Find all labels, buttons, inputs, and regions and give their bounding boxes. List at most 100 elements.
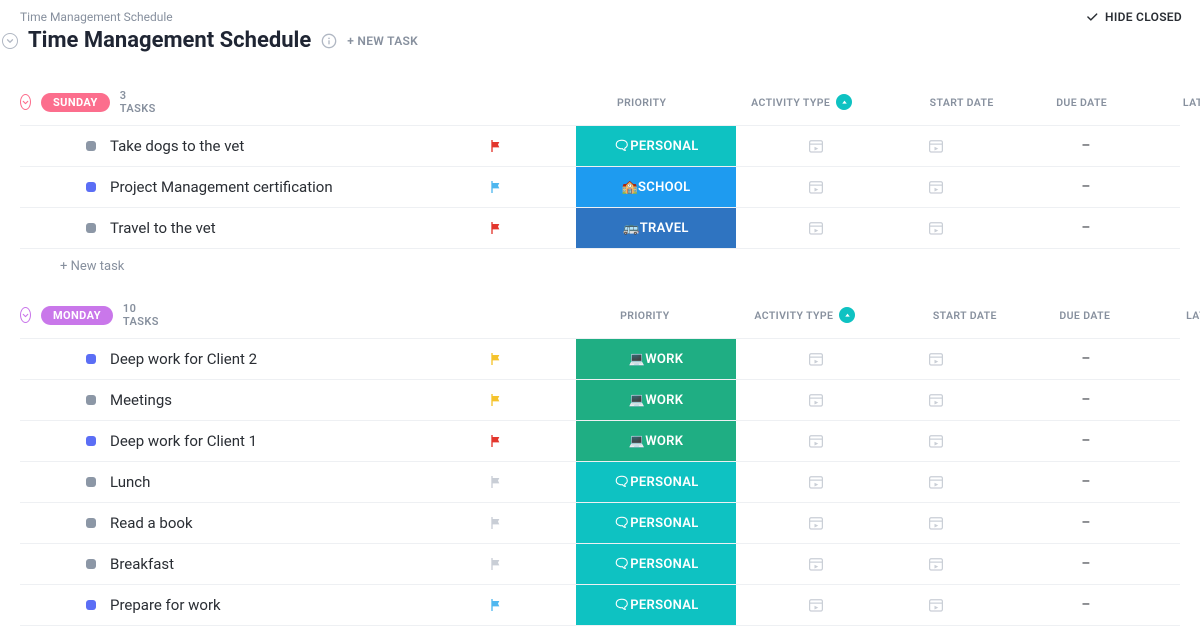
latest-comment-cell[interactable]: – xyxy=(996,474,1176,490)
task-name[interactable]: Deep work for Client 2 xyxy=(96,350,257,368)
task-status-box[interactable] xyxy=(86,354,96,364)
column-latest-comment[interactable]: LATEST COMMENT xyxy=(1145,309,1200,322)
start-date-cell[interactable] xyxy=(756,596,876,614)
activity-type-chip[interactable]: 🚌TRAVEL xyxy=(576,208,736,248)
sort-indicator[interactable] xyxy=(836,94,852,110)
column-activity-type[interactable]: ACTIVITY TYPE xyxy=(702,94,902,110)
priority-flag-icon[interactable] xyxy=(488,556,504,572)
collapse-all-toggle[interactable] xyxy=(2,33,18,49)
task-name[interactable]: Project Management certification xyxy=(96,178,333,196)
task-row[interactable]: Deep work for Client 1 💻WORK – xyxy=(20,420,1180,461)
sort-indicator[interactable] xyxy=(839,307,855,323)
task-row[interactable]: Read a book 🗨PERSONAL – xyxy=(20,502,1180,543)
column-start-date[interactable]: START DATE xyxy=(902,96,1022,109)
latest-comment-cell[interactable]: – xyxy=(996,220,1176,236)
priority-flag-icon[interactable] xyxy=(488,392,504,408)
start-date-cell[interactable] xyxy=(756,219,876,237)
latest-comment-cell[interactable]: – xyxy=(996,515,1176,531)
task-status-box[interactable] xyxy=(86,559,96,569)
latest-comment-cell[interactable]: – xyxy=(996,351,1176,367)
task-row[interactable]: Deep work for Client 2 💻WORK – xyxy=(20,338,1180,379)
column-activity-type[interactable]: ACTIVITY TYPE xyxy=(705,307,905,323)
latest-comment-cell[interactable]: – xyxy=(996,179,1176,195)
priority-flag-icon[interactable] xyxy=(488,515,504,531)
start-date-cell[interactable] xyxy=(756,391,876,409)
start-date-cell[interactable] xyxy=(756,432,876,450)
task-row[interactable]: Breakfast 🗨PERSONAL – xyxy=(20,543,1180,584)
column-priority[interactable]: PRIORITY xyxy=(585,309,705,322)
task-status-box[interactable] xyxy=(86,395,96,405)
new-task-button-top[interactable]: + NEW TASK xyxy=(347,34,418,48)
task-name[interactable]: Travel to the vet xyxy=(96,219,216,237)
task-row[interactable]: Travel to the vet 🚌TRAVEL – xyxy=(20,207,1180,249)
priority-flag-icon[interactable] xyxy=(488,179,504,195)
group-collapse-toggle[interactable] xyxy=(20,94,31,110)
task-status-box[interactable] xyxy=(86,600,96,610)
start-date-cell[interactable] xyxy=(756,178,876,196)
activity-type-chip[interactable]: 🗨PERSONAL xyxy=(576,126,736,166)
task-row[interactable]: Take dogs to the vet 🗨PERSONAL – xyxy=(20,125,1180,166)
due-date-cell[interactable] xyxy=(876,473,996,491)
activity-type-chip[interactable]: 🗨PERSONAL xyxy=(576,585,736,625)
activity-type-chip[interactable]: 💻WORK xyxy=(576,380,736,420)
column-due-date[interactable]: DUE DATE xyxy=(1022,96,1142,109)
task-name[interactable]: Read a book xyxy=(96,514,193,532)
start-date-cell[interactable] xyxy=(756,473,876,491)
column-latest-comment[interactable]: LATEST COMMENT xyxy=(1142,96,1200,109)
task-name[interactable]: Prepare for work xyxy=(96,596,221,614)
latest-comment-cell[interactable]: – xyxy=(996,433,1176,449)
task-name[interactable]: Meetings xyxy=(96,391,172,409)
activity-type-chip[interactable]: 🗨PERSONAL xyxy=(576,503,736,543)
start-date-cell[interactable] xyxy=(756,555,876,573)
latest-comment-cell[interactable]: – xyxy=(996,556,1176,572)
task-status-box[interactable] xyxy=(86,223,96,233)
column-due-date[interactable]: DUE DATE xyxy=(1025,309,1145,322)
priority-flag-icon[interactable] xyxy=(488,433,504,449)
info-icon[interactable] xyxy=(321,33,337,49)
breadcrumb[interactable]: Time Management Schedule xyxy=(0,0,1200,28)
activity-type-chip[interactable]: 🗨PERSONAL xyxy=(576,544,736,584)
due-date-cell[interactable] xyxy=(876,596,996,614)
group-day-pill[interactable]: SUNDAY xyxy=(41,93,110,112)
task-status-box[interactable] xyxy=(86,436,96,446)
activity-type-chip[interactable]: 🗨PERSONAL xyxy=(576,462,736,502)
priority-flag-icon[interactable] xyxy=(488,220,504,236)
start-date-cell[interactable] xyxy=(756,137,876,155)
priority-flag-icon[interactable] xyxy=(488,597,504,613)
start-date-cell[interactable] xyxy=(756,514,876,532)
column-start-date[interactable]: START DATE xyxy=(905,309,1025,322)
task-name[interactable]: Breakfast xyxy=(96,555,174,573)
due-date-cell[interactable] xyxy=(876,178,996,196)
task-row[interactable]: Prepare for work 🗨PERSONAL – xyxy=(20,584,1180,626)
new-task-row[interactable]: + New task xyxy=(20,249,1180,278)
task-status-box[interactable] xyxy=(86,141,96,151)
priority-flag-icon[interactable] xyxy=(488,351,504,367)
task-row[interactable]: Meetings 💻WORK – xyxy=(20,379,1180,420)
hide-closed-toggle[interactable]: HIDE CLOSED xyxy=(1085,10,1182,24)
due-date-cell[interactable] xyxy=(876,555,996,573)
due-date-cell[interactable] xyxy=(876,350,996,368)
group-day-pill[interactable]: MONDAY xyxy=(41,306,113,325)
priority-flag-icon[interactable] xyxy=(488,474,504,490)
task-status-box[interactable] xyxy=(86,477,96,487)
task-status-box[interactable] xyxy=(86,518,96,528)
latest-comment-cell[interactable]: – xyxy=(996,138,1176,154)
task-name[interactable]: Lunch xyxy=(96,473,150,491)
latest-comment-cell[interactable]: – xyxy=(996,597,1176,613)
activity-type-chip[interactable]: 💻WORK xyxy=(576,339,736,379)
task-row[interactable]: Lunch 🗨PERSONAL – xyxy=(20,461,1180,502)
task-status-box[interactable] xyxy=(86,182,96,192)
activity-type-chip[interactable]: 🏫SCHOOL xyxy=(576,167,736,207)
priority-flag-icon[interactable] xyxy=(488,138,504,154)
activity-type-chip[interactable]: 💻WORK xyxy=(576,421,736,461)
task-name[interactable]: Deep work for Client 1 xyxy=(96,432,257,450)
due-date-cell[interactable] xyxy=(876,514,996,532)
group-collapse-toggle[interactable] xyxy=(20,307,31,323)
due-date-cell[interactable] xyxy=(876,219,996,237)
task-name[interactable]: Take dogs to the vet xyxy=(96,137,244,155)
due-date-cell[interactable] xyxy=(876,137,996,155)
start-date-cell[interactable] xyxy=(756,350,876,368)
task-row[interactable]: Project Management certification 🏫SCHOOL… xyxy=(20,166,1180,207)
latest-comment-cell[interactable]: – xyxy=(996,392,1176,408)
due-date-cell[interactable] xyxy=(876,391,996,409)
